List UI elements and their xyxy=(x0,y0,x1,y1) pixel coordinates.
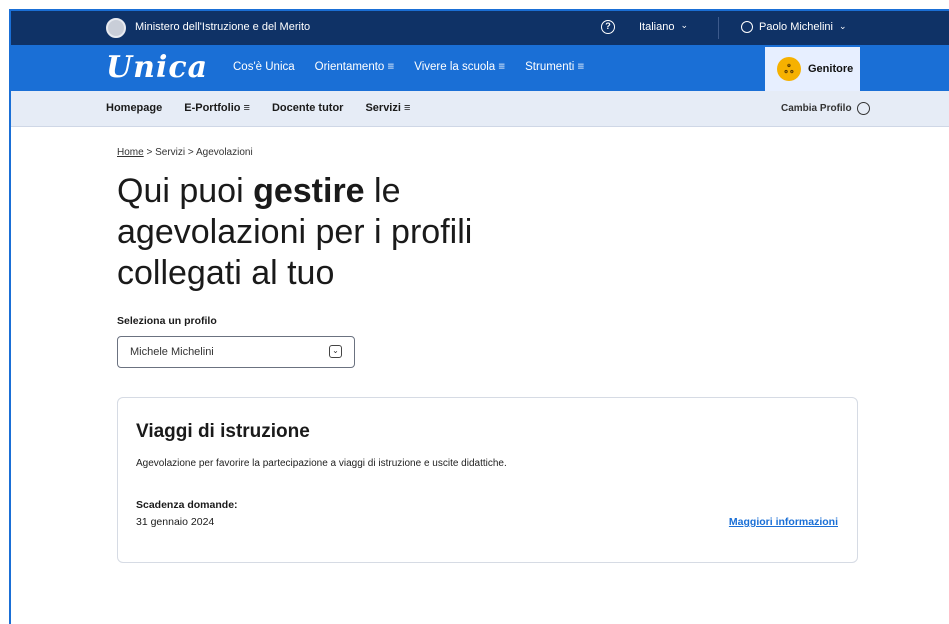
breadcrumb-servizi[interactable]: Servizi xyxy=(155,147,185,158)
switch-profile-button[interactable]: Cambia Profilo xyxy=(781,102,870,115)
profile-select[interactable]: Michele Michelini ⌄ xyxy=(117,336,355,368)
chevron-down-icon: ⌄ xyxy=(329,345,342,358)
unica-logo[interactable]: Unica xyxy=(106,50,208,85)
ministry-name[interactable]: Ministero dell'Istruzione e del Merito xyxy=(135,21,310,33)
title-emphasis: gestire xyxy=(253,172,365,210)
menu-item-vivere-la-scuola[interactable]: Vivere la scuola ≡ xyxy=(414,61,505,73)
deadline-date: 31 gennaio 2024 xyxy=(136,516,215,528)
page-title: Qui puoi gestire le agevolazioni per i p… xyxy=(117,171,537,294)
language-selector[interactable]: Italiano ⌄ xyxy=(639,20,689,33)
role-label: Genitore xyxy=(808,63,854,75)
profile-select-label: Seleziona un profilo xyxy=(117,315,217,327)
breadcrumb-separator: > xyxy=(143,147,156,158)
user-menu[interactable]: Paolo Michelini ⌄ xyxy=(741,21,847,33)
benefit-card: Viaggi di istruzione Agevolazione per fa… xyxy=(117,397,858,563)
switch-profile-icon xyxy=(856,102,870,115)
breadcrumb: Home > Servizi > Agevolazioni xyxy=(117,147,253,158)
title-part-1: Qui puoi xyxy=(117,172,254,210)
more-info-link[interactable]: Maggiori informazioni xyxy=(729,516,838,528)
user-name: Paolo Michelini xyxy=(759,21,833,33)
main-nav: Unica Cos'è Unica Orientamento ≡ Vivere … xyxy=(11,45,949,91)
breadcrumb-home[interactable]: Home xyxy=(117,147,144,158)
app-window: Ministero dell'Istruzione e del Merito ?… xyxy=(9,9,949,624)
menu-item-cose-unica[interactable]: Cos'è Unica xyxy=(233,61,295,73)
main-menu: Cos'è Unica Orientamento ≡ Vivere la scu… xyxy=(233,61,584,73)
deadline-label: Scadenza domande: xyxy=(136,499,238,511)
subnav-item-docente-tutor[interactable]: Docente tutor xyxy=(272,102,344,114)
language-label: Italiano xyxy=(639,21,675,33)
help-icon[interactable]: ? xyxy=(601,20,615,34)
menu-item-strumenti[interactable]: Strumenti ≡ xyxy=(525,61,584,73)
profile-select-value: Michele Michelini xyxy=(130,346,214,358)
subnav-item-e-portfolio[interactable]: E-Portfolio ≡ xyxy=(184,102,250,114)
subnav-item-servizi[interactable]: Servizi ≡ xyxy=(365,102,410,114)
benefit-description: Agevolazione per favorire la partecipazi… xyxy=(136,458,507,469)
role-tab-genitore[interactable]: ஃ Genitore xyxy=(765,45,860,91)
menu-item-orientamento[interactable]: Orientamento ≡ xyxy=(315,61,395,73)
switch-profile-label: Cambia Profilo xyxy=(781,103,852,114)
sub-nav: Homepage E-Portfolio ≡ Docente tutor Ser… xyxy=(11,91,949,127)
chevron-down-icon: ⌄ xyxy=(838,20,847,31)
republic-emblem-icon xyxy=(106,18,126,38)
breadcrumb-current: Agevolazioni xyxy=(195,147,253,158)
chevron-down-icon: ⌄ xyxy=(680,20,689,30)
benefit-title: Viaggi di istruzione xyxy=(136,421,310,442)
divider xyxy=(718,17,719,39)
user-icon xyxy=(741,21,753,33)
breadcrumb-separator: > xyxy=(185,147,196,158)
family-icon: ஃ xyxy=(777,57,801,81)
ministry-bar: Ministero dell'Istruzione e del Merito ?… xyxy=(11,11,949,45)
sub-nav-links: Homepage E-Portfolio ≡ Docente tutor Ser… xyxy=(106,102,410,114)
subnav-item-homepage[interactable]: Homepage xyxy=(106,102,162,114)
